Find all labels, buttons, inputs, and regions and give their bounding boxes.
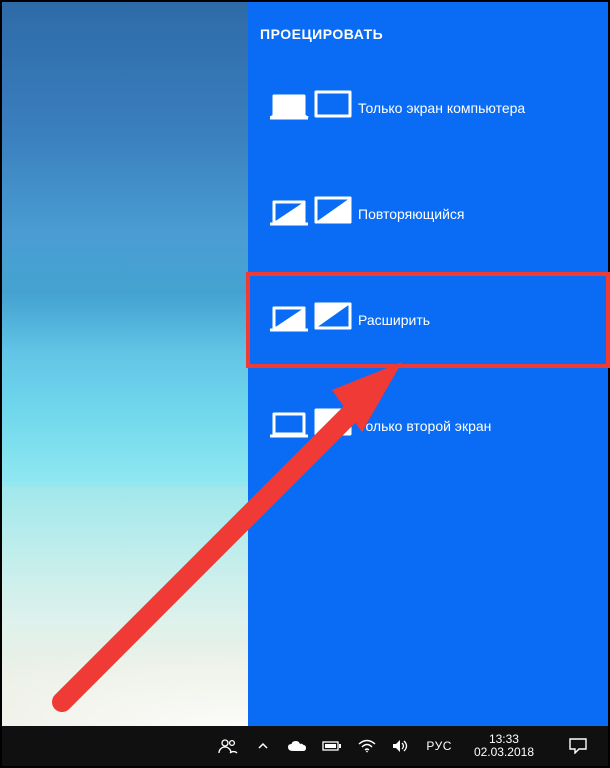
project-option-second-only[interactable]: Только второй экран: [248, 380, 608, 472]
volume-icon[interactable]: [392, 726, 410, 766]
language-indicator[interactable]: РУС: [426, 726, 452, 766]
wifi-icon[interactable]: [358, 726, 376, 766]
duplicate-icon: [270, 192, 358, 236]
project-option-pc-only[interactable]: Только экран компьютера: [248, 62, 608, 154]
project-option-label: Только экран компьютера: [358, 100, 525, 116]
pc-only-icon: [270, 86, 358, 130]
tray-overflow-chevron-icon[interactable]: [254, 726, 272, 766]
taskbar: РУС 13:33 02.03.2018: [2, 726, 608, 766]
project-flyout-panel: ПРОЕЦИРОВАТЬ Только экран компьютера: [248, 2, 608, 726]
extend-icon: [270, 298, 358, 342]
second-only-icon: [270, 404, 358, 448]
taskbar-clock[interactable]: 13:33 02.03.2018: [468, 733, 540, 759]
system-tray: РУС 13:33 02.03.2018: [218, 726, 608, 766]
project-option-extend[interactable]: Расширить: [248, 274, 608, 366]
battery-icon[interactable]: [322, 726, 342, 766]
screenshot-frame: ПРОЕЦИРОВАТЬ Только экран компьютера: [0, 0, 610, 768]
project-option-duplicate[interactable]: Повторяющийся: [248, 168, 608, 260]
project-flyout-title: ПРОЕЦИРОВАТЬ: [248, 2, 608, 62]
onedrive-icon[interactable]: [288, 726, 306, 766]
action-center-icon[interactable]: [556, 726, 600, 766]
clock-date: 02.03.2018: [474, 746, 534, 759]
project-option-label: Повторяющийся: [358, 206, 464, 222]
people-icon[interactable]: [218, 726, 238, 766]
project-option-label: Только второй экран: [358, 418, 491, 434]
project-option-label: Расширить: [358, 312, 430, 328]
